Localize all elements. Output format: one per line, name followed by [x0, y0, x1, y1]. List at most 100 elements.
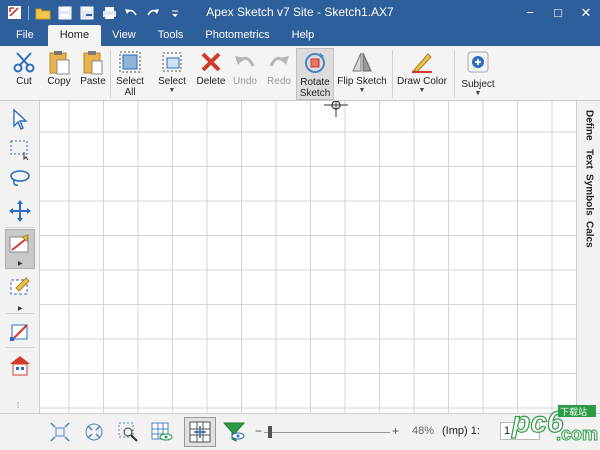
customize-icon[interactable] [165, 3, 185, 23]
tab-define[interactable]: Define [577, 105, 600, 145]
tab-home[interactable]: Home [47, 25, 102, 46]
redo-label: Redo [267, 76, 291, 87]
tab-calcs[interactable]: Calcs [577, 219, 600, 249]
left-toolbar-separator [6, 347, 34, 348]
sketch-canvas[interactable] [40, 101, 576, 413]
right-panel-tabs: Define Text Symbols Calcs [576, 101, 600, 413]
resize-grip-icon[interactable]: ⁞ [17, 401, 19, 410]
zoom-out-button[interactable]: − [255, 424, 262, 438]
subject-label: Subject [461, 79, 495, 90]
redo-button[interactable]: Redo [264, 48, 294, 100]
zoom-slider-track[interactable] [264, 432, 390, 433]
tab-text[interactable]: Text [577, 147, 600, 171]
minimize-button[interactable]: − [516, 0, 544, 25]
flip-sketch-button[interactable]: Flip Sketch ▼ [337, 48, 387, 100]
subject-icon [465, 48, 491, 76]
zoom-extents-icon[interactable] [80, 418, 108, 446]
rotate-sketch-icon [302, 49, 328, 77]
subject-button[interactable]: Subject ▼ [458, 48, 498, 100]
select-all-button[interactable]: Select All [113, 48, 147, 100]
app-icon[interactable] [4, 3, 24, 23]
draw-area-caret[interactable]: ▶ [18, 305, 23, 312]
paste-label: Paste [80, 76, 106, 87]
pencil-icon [409, 48, 435, 76]
tab-symbols[interactable]: Symbols [577, 173, 600, 217]
copy-label: Copy [47, 76, 71, 87]
select-button[interactable]: Select ▼ [155, 48, 189, 100]
zoom-percentage: 48% [412, 425, 435, 437]
zoom-slider-thumb[interactable] [268, 426, 272, 438]
paste-icon [80, 48, 106, 76]
tab-file[interactable]: File [0, 25, 48, 46]
house-icon[interactable] [5, 351, 35, 379]
select-all-icon [117, 48, 143, 76]
select-arrow-icon[interactable] [5, 105, 35, 133]
rotate-sketch-label: Rotate Sketch [299, 77, 331, 99]
undo-label: Undo [233, 76, 257, 87]
window-controls: − □ ✕ [516, 0, 600, 25]
move-icon[interactable] [5, 197, 35, 225]
zoom-window-icon[interactable] [114, 418, 142, 446]
draw-color-caret: ▼ [418, 87, 426, 94]
delete-button[interactable]: Delete [194, 48, 228, 100]
svg-text:下载站: 下载站 [560, 406, 587, 418]
crosshair-cursor-icon [324, 101, 348, 117]
undo-icon[interactable] [121, 3, 141, 23]
quick-access-toolbar [0, 0, 187, 25]
select-icon [159, 48, 185, 76]
edit-area-icon[interactable] [5, 317, 35, 345]
cut-label: Cut [16, 76, 32, 87]
select-label: Select [158, 76, 186, 87]
copy-icon [46, 48, 72, 76]
undo-button[interactable]: Undo [230, 48, 260, 100]
save-as-icon[interactable] [77, 3, 97, 23]
draw-color-button[interactable]: Draw Color ▼ [396, 48, 448, 100]
filter-icon[interactable] [220, 418, 248, 446]
qat-separator [28, 5, 29, 20]
pc6-watermark-logo: pc6 下载站 .com [508, 396, 600, 450]
paste-button[interactable]: Paste [77, 48, 109, 100]
tab-help[interactable]: Help [281, 25, 326, 46]
zoom-in-button[interactable]: + [392, 424, 399, 438]
grid-view-icon[interactable] [148, 418, 176, 446]
close-button[interactable]: ✕ [572, 0, 600, 25]
ribbon: Cut Copy Paste Select All Select ▼ Delet… [0, 46, 600, 101]
ribbon-separator [392, 50, 393, 98]
title-bar: Apex Sketch v7 Site - Sketch1.AX7 − □ ✕ [0, 0, 600, 25]
ribbon-separator [110, 50, 111, 98]
print-icon[interactable] [99, 3, 119, 23]
tab-view[interactable]: View [101, 25, 147, 46]
save-icon[interactable] [55, 3, 75, 23]
left-toolbar-separator [6, 313, 34, 314]
zoom-fit-icon[interactable] [46, 418, 74, 446]
ribbon-separator [454, 50, 455, 98]
select-caret: ▼ [168, 87, 176, 94]
delete-icon [198, 48, 224, 76]
redo-icon[interactable] [143, 3, 163, 23]
scale-label: (Imp) 1: [442, 425, 480, 437]
scissors-icon [11, 48, 37, 76]
redo-ribbon-icon [266, 48, 292, 76]
flip-sketch-label: Flip Sketch [337, 76, 387, 87]
select-all-label: Select All [116, 76, 144, 98]
flip-sketch-caret: ▼ [358, 87, 366, 94]
menu-tabs: File Home View Tools Photometrics Help [0, 25, 600, 46]
delete-label: Delete [196, 76, 226, 87]
rectangle-select-icon[interactable] [5, 135, 35, 163]
draw-color-label: Draw Color [396, 76, 447, 87]
folder-icon[interactable] [33, 3, 53, 23]
draw-area-icon[interactable] [5, 273, 35, 301]
left-toolbar: ▶ ▶ ⁞ [0, 101, 40, 413]
cut-button[interactable]: Cut [8, 48, 40, 100]
maximize-button[interactable]: □ [544, 0, 572, 25]
flip-sketch-icon [349, 48, 375, 76]
grid-toggle-icon[interactable] [184, 417, 216, 447]
subject-caret: ▼ [474, 90, 482, 97]
tab-tools[interactable]: Tools [147, 25, 195, 46]
copy-button[interactable]: Copy [43, 48, 75, 100]
draw-line-caret[interactable]: ▶ [18, 260, 23, 267]
rotate-sketch-button[interactable]: Rotate Sketch [296, 48, 334, 100]
left-toolbar-separator [6, 227, 34, 228]
lasso-icon[interactable] [5, 165, 35, 193]
tab-photometrics[interactable]: Photometrics [194, 25, 280, 46]
